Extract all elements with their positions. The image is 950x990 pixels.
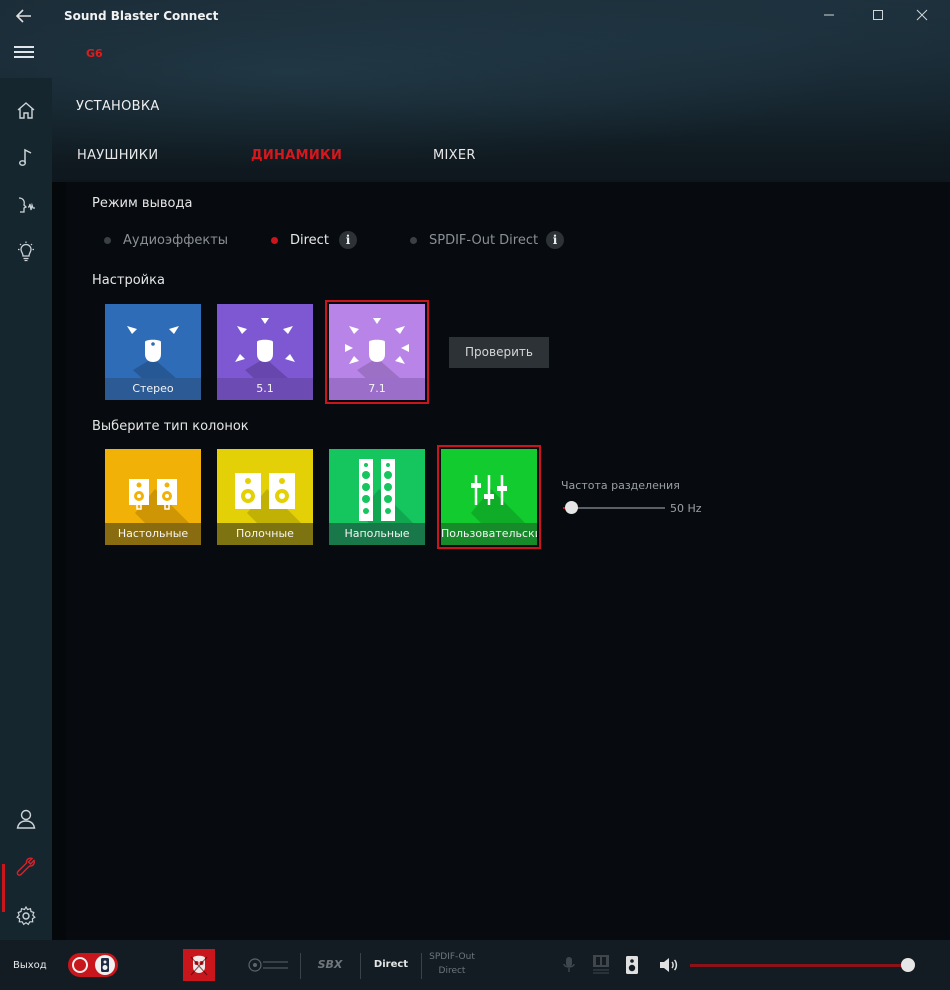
speaker-icon[interactable]	[624, 955, 640, 975]
crossover-value: 50 Hz	[670, 502, 702, 515]
voice-button[interactable]	[14, 194, 38, 218]
tile-label: Напольные	[329, 523, 425, 545]
direct-mode-label[interactable]: Direct	[372, 959, 410, 970]
menu-button[interactable]	[14, 46, 34, 60]
tab-headphones[interactable]: НАУШНИКИ	[77, 148, 158, 163]
radio-dot	[410, 237, 417, 244]
radio-audio-effects[interactable]: Аудиоэффекты	[104, 233, 228, 251]
tile-bookshelf[interactable]: Полочные	[217, 449, 313, 545]
title-bar: Sound Blaster Connect	[0, 0, 950, 34]
setup-button[interactable]	[14, 855, 38, 879]
tile-custom[interactable]: Пользовательские	[437, 445, 541, 549]
info-icon[interactable]: i	[546, 231, 564, 249]
tile-label: Полочные	[217, 523, 313, 545]
tile-desktop[interactable]: Настольные	[105, 449, 201, 545]
profile-button[interactable]	[14, 807, 38, 831]
tile-label: 7.1	[329, 378, 425, 400]
maximize-icon	[873, 10, 883, 20]
radio-label: Direct	[290, 233, 329, 248]
microphone-icon[interactable]	[561, 955, 577, 975]
close-icon	[916, 9, 928, 21]
bottom-separator	[360, 953, 361, 979]
spdif-label-line2[interactable]: Direct	[424, 966, 480, 976]
home-button[interactable]	[14, 99, 38, 123]
minimize-button[interactable]	[814, 6, 844, 28]
scout-mode-icon[interactable]	[246, 953, 290, 977]
content-panel	[66, 182, 950, 940]
sidebar	[0, 78, 52, 940]
skull-icon	[190, 955, 208, 976]
radio-direct[interactable]: Direct	[271, 233, 329, 251]
spdif-label-line1[interactable]: SPDIF-Out	[424, 952, 480, 962]
volume-slider-thumb[interactable]	[901, 958, 915, 972]
test-button[interactable]: Проверить	[449, 337, 549, 368]
bottom-separator	[300, 953, 301, 979]
volume-icon[interactable]	[658, 955, 680, 975]
tile-label: Настольные	[105, 523, 201, 545]
tab-mixer[interactable]: MIXER	[433, 148, 476, 163]
crossover-slider-track[interactable]	[563, 507, 665, 509]
crossover-slider-thumb[interactable]	[565, 501, 578, 514]
dolby-audio-icon[interactable]	[591, 953, 611, 977]
setup-label: Настройка	[92, 273, 165, 288]
radio-dot	[271, 237, 278, 244]
exit-label: Выход	[13, 960, 47, 971]
gear-icon	[16, 905, 36, 926]
tile-7-1[interactable]: 7.1	[325, 300, 429, 404]
speaker-toggle-icon	[95, 955, 115, 975]
tile-label: Стерео	[105, 378, 201, 400]
radio-label: Аудиоэффекты	[123, 233, 229, 248]
music-button[interactable]	[14, 145, 38, 169]
tile-floorstanding[interactable]: Напольные	[329, 449, 425, 545]
lightbulb-icon	[18, 241, 34, 262]
tab-speakers[interactable]: ДИНАМИКИ	[251, 148, 342, 163]
back-button[interactable]	[12, 6, 36, 28]
volume-slider-track[interactable]	[690, 964, 908, 967]
crossover-label: Частота разделения	[561, 479, 680, 492]
page-title: УСТАНОВКА	[76, 99, 160, 114]
output-toggle[interactable]	[68, 953, 118, 977]
scout-mode-logo-button[interactable]	[183, 949, 215, 981]
app-title: Sound Blaster Connect	[64, 9, 219, 23]
active-indicator	[2, 864, 5, 912]
maximize-button[interactable]	[863, 6, 893, 28]
user-icon	[16, 809, 36, 829]
tile-5-1[interactable]: 5.1	[217, 304, 313, 400]
radio-label: SPDIF-Out Direct	[429, 233, 539, 248]
tile-stereo[interactable]: Стерео	[105, 304, 201, 400]
voice-icon	[18, 197, 35, 213]
lighting-button[interactable]	[14, 240, 38, 264]
settings-button[interactable]	[14, 904, 38, 928]
speaker-type-label: Выберите тип колонок	[92, 419, 249, 434]
home-icon	[17, 102, 35, 119]
radio-spdif-out-direct[interactable]: SPDIF-Out Direct	[410, 233, 538, 251]
close-button[interactable]	[907, 6, 937, 28]
music-note-icon	[18, 148, 32, 166]
info-icon[interactable]: i	[339, 231, 357, 249]
tile-label: 5.1	[217, 378, 313, 400]
tile-label: Пользовательские	[441, 523, 537, 545]
bottom-separator	[421, 953, 422, 979]
output-mode-label: Режим вывода	[92, 196, 193, 211]
headphones-icon	[72, 957, 88, 973]
back-arrow-icon	[15, 9, 31, 23]
wrench-icon	[16, 857, 35, 876]
sbx-label[interactable]: SBX	[312, 958, 348, 971]
radio-dot	[104, 237, 111, 244]
hamburger-icon	[14, 46, 34, 48]
minimize-icon	[824, 14, 834, 16]
device-name: G6	[86, 47, 103, 60]
